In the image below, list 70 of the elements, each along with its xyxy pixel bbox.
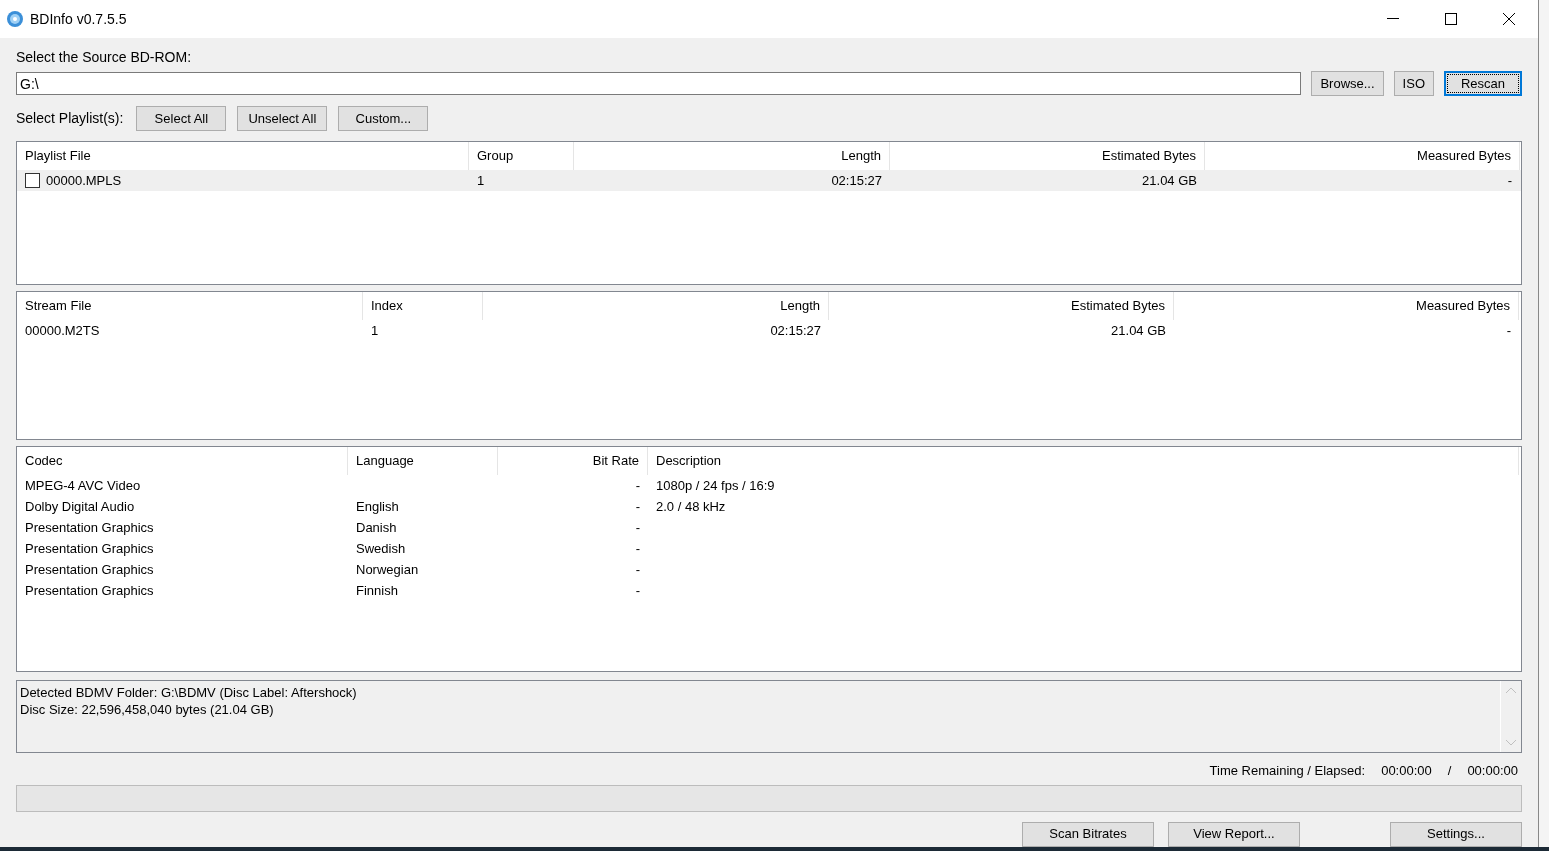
column-header[interactable]: Language — [348, 447, 498, 475]
table-cell-text: Dolby Digital Audio — [25, 497, 135, 516]
table-cell-text: Presentation Graphics — [25, 560, 154, 579]
push-button[interactable]: Browse... — [1311, 71, 1384, 96]
table-cell-text: 1 — [371, 321, 379, 340]
close-icon — [1503, 13, 1515, 25]
minimize-icon — [1387, 18, 1399, 20]
table-cell-text: Norwegian — [356, 560, 419, 579]
table-cell-text: 00000.MPLS — [46, 171, 122, 190]
table-row[interactable]: Presentation Graphics Swedish - — [17, 538, 1521, 559]
push-button[interactable]: Rescan — [1444, 71, 1522, 96]
table-cell-text: Finnish — [356, 581, 398, 600]
column-header[interactable]: Description — [648, 447, 1519, 475]
playlist-label: Select Playlist(s): — [16, 109, 124, 128]
table-row[interactable]: 00000.M2TS 1 02:15:27 21.04 GB - — [17, 320, 1521, 341]
push-button[interactable]: View Report... — [1168, 821, 1300, 847]
column-header[interactable]: Index — [363, 292, 483, 320]
table-cell-text: Presentation Graphics — [25, 539, 154, 558]
log-line: Detected BDMV Folder: G:\BDMV (Disc Label: Aftershock) — [20, 684, 358, 701]
push-button[interactable]: Unselect All — [237, 106, 328, 131]
table-cell-text: English — [356, 497, 399, 516]
table-cell-text: Presentation Graphics — [25, 581, 154, 600]
column-header[interactable]: Estimated Bytes — [829, 292, 1174, 320]
table-cell-text: 1 — [477, 171, 485, 190]
checkbox[interactable] — [25, 173, 40, 188]
table-cell-text: - — [635, 497, 640, 516]
table-cell-text: 00000.M2TS — [25, 321, 100, 340]
disc-icon — [6, 10, 24, 28]
table-row[interactable]: Presentation Graphics Norwegian - — [17, 559, 1521, 580]
column-header[interactable]: Stream File — [17, 292, 363, 320]
source-label: Select the Source BD-ROM: — [16, 49, 192, 65]
column-header[interactable]: Codec — [17, 447, 348, 475]
table-cell-text: - — [1506, 321, 1511, 340]
time-remaining: 00:00:00 — [1381, 762, 1432, 780]
table-row[interactable]: Presentation Graphics Danish - — [17, 517, 1521, 538]
time-separator: / — [1447, 762, 1452, 780]
table-cell-text: - — [635, 539, 640, 558]
table-row[interactable]: 00000.MPLS 1 02:15:27 21.04 GB - — [17, 170, 1521, 191]
table-cell-text: 02:15:27 — [770, 321, 821, 340]
push-button[interactable]: Settings... — [1390, 821, 1522, 847]
table-cell-text: - — [635, 560, 640, 579]
table-row[interactable]: Presentation Graphics Finnish - — [17, 580, 1521, 601]
push-button[interactable]: Select All — [136, 106, 227, 131]
table-cell-text: Presentation Graphics — [25, 518, 154, 537]
table-cell-text: - — [635, 476, 640, 495]
push-button[interactable]: Scan Bitrates — [1022, 821, 1154, 847]
table-cell-text: 1080p / 24 fps / 16:9 — [656, 476, 775, 495]
table-cell-text: - — [1507, 171, 1512, 190]
time-elapsed: 00:00:00 — [1467, 762, 1518, 780]
table-cell-text: Danish — [356, 518, 397, 537]
table-cell-text: - — [635, 518, 640, 537]
column-header[interactable]: Bit Rate — [498, 447, 648, 475]
table-cell-text: - — [635, 581, 640, 600]
table-cell-text: Swedish — [356, 539, 406, 558]
window-title: BDInfo v0.7.5.5 — [30, 9, 127, 29]
time-label: Time Remaining / Elapsed: — [1209, 762, 1366, 780]
column-header[interactable]: Length — [483, 292, 829, 320]
table-cell-text: 02:15:27 — [831, 171, 882, 190]
table-cell-text: MPEG-4 AVC Video — [25, 476, 141, 495]
log-line: Disc Size: 22,596,458,040 bytes (21.04 GB) — [20, 701, 275, 718]
table-cell-text: 21.04 GB — [1142, 171, 1197, 190]
column-header[interactable]: Measured Bytes — [1174, 292, 1519, 320]
table-cell-text: 2.0 / 48 kHz — [656, 497, 726, 516]
push-button[interactable]: ISO — [1393, 71, 1434, 96]
maximize-icon — [1445, 13, 1457, 25]
push-button[interactable]: Custom... — [338, 106, 429, 131]
table-row[interactable]: MPEG-4 AVC Video - 1080p / 24 fps / 16:9 — [17, 475, 1521, 496]
table-row[interactable]: Dolby Digital Audio English - 2.0 / 48 kHz — [17, 496, 1521, 517]
path-field[interactable]: G:\ — [16, 72, 1302, 95]
table-cell-text: 21.04 GB — [1111, 321, 1166, 340]
